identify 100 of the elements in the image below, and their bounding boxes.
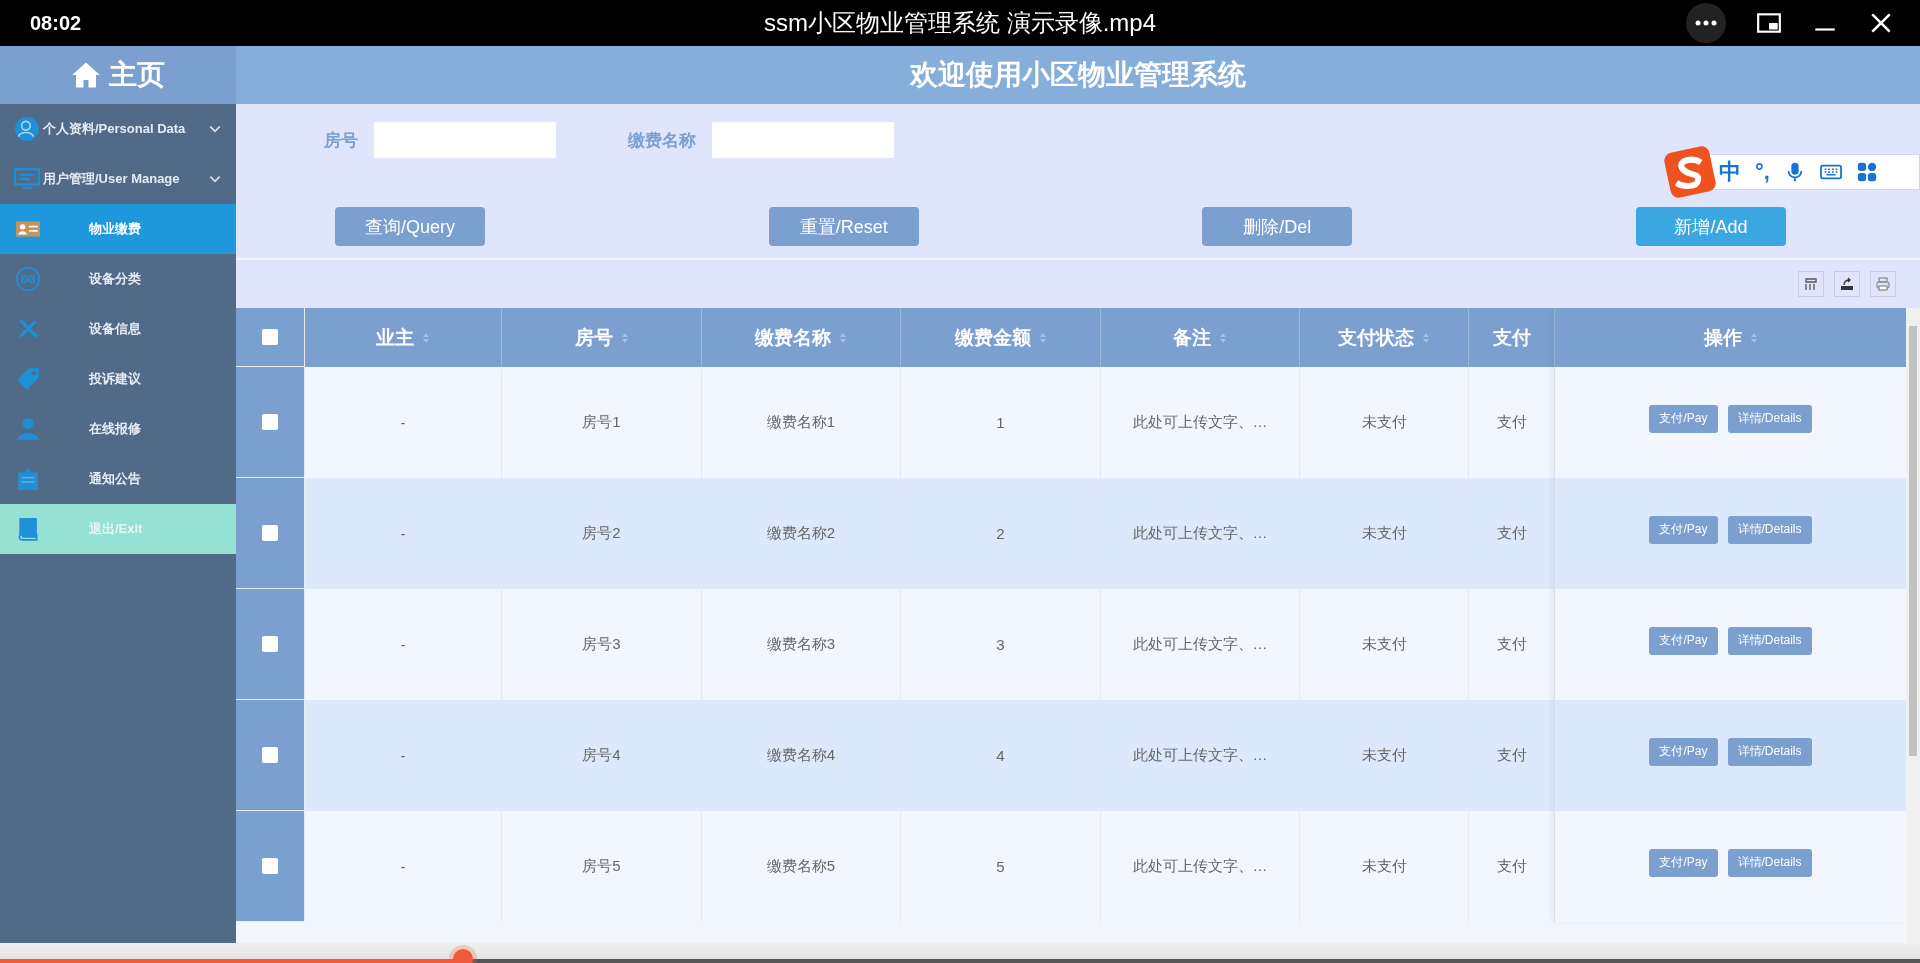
sidebar-item[interactable]: 通知公告	[0, 454, 236, 504]
row-action-button[interactable]: 详情/Details	[1727, 737, 1812, 766]
row-action-button[interactable]: 支付/Pay	[1649, 515, 1718, 544]
table-cell: 此处可上传文字、…	[1132, 635, 1268, 654]
menu-item-icon	[14, 116, 40, 142]
row-checkbox[interactable]	[262, 525, 278, 541]
menu-item-icon	[15, 466, 41, 492]
table-cell: 房号2	[582, 524, 621, 543]
table-cell: 未支付	[1361, 524, 1407, 543]
table-cell: 支付	[1496, 635, 1527, 654]
table-cell: 缴费名称1	[766, 413, 836, 432]
row-action-button[interactable]: 详情/Details	[1727, 626, 1812, 655]
table-cell: 缴费名称5	[766, 857, 836, 876]
export-button[interactable]	[1834, 271, 1860, 297]
sort-icon[interactable]	[1219, 331, 1227, 344]
table-cell: -	[400, 747, 406, 764]
sidebar-item[interactable]: 物业缴费	[0, 204, 236, 254]
row-action-button[interactable]: 详情/Details	[1727, 848, 1812, 877]
column-header[interactable]: 操作	[1703, 324, 1742, 351]
menu-item-icon	[15, 266, 41, 292]
columns-icon	[1803, 276, 1819, 292]
input-field[interactable]	[712, 122, 894, 158]
table-cell: 5	[996, 858, 1005, 875]
sort-icon[interactable]	[1422, 331, 1430, 344]
menu-item-icon	[15, 366, 41, 392]
row-action-button[interactable]: 支付/Pay	[1649, 737, 1718, 766]
row-action-button[interactable]: 支付/Pay	[1649, 404, 1718, 433]
column-header[interactable]: 支付状态	[1338, 324, 1414, 351]
table-cell: 房号4	[582, 746, 621, 765]
columns-button[interactable]	[1798, 271, 1824, 297]
clock-time: 08:02	[30, 11, 82, 35]
row-action-button[interactable]: 支付/Pay	[1649, 848, 1718, 877]
sort-icon[interactable]	[1749, 331, 1758, 344]
table-cell: 此处可上传文字、…	[1132, 413, 1268, 432]
menu-item-icon	[15, 416, 41, 442]
field-label: 缴费名称	[628, 129, 696, 152]
export-icon	[1839, 276, 1855, 292]
table-cell: 4	[996, 747, 1005, 764]
menu-item-icon	[14, 166, 40, 192]
table-cell: 房号3	[582, 635, 621, 654]
table-cell: 3	[996, 636, 1005, 653]
table-cell: 缴费名称3	[766, 635, 836, 654]
sidebar-item[interactable]: 在线报修	[0, 404, 236, 454]
more-icon[interactable]	[1686, 3, 1726, 43]
picture-in-picture-icon[interactable]	[1756, 10, 1782, 36]
progress-handle[interactable]	[452, 949, 473, 963]
table-cell: 未支付	[1361, 413, 1407, 432]
table-cell: 房号1	[582, 413, 621, 432]
print-button[interactable]	[1870, 271, 1896, 297]
select-all-checkbox[interactable]	[262, 329, 278, 345]
row-checkbox[interactable]	[262, 414, 278, 430]
punctuation-toggle[interactable]: °,	[1755, 159, 1770, 185]
input-mode-toggle[interactable]: 中	[1719, 157, 1741, 187]
sidebar-item[interactable]: 设备信息	[0, 304, 236, 354]
column-header[interactable]: 缴费名称	[755, 324, 831, 351]
table-cell: 房号5	[582, 857, 621, 876]
table-cell: 支付	[1496, 857, 1527, 876]
sort-icon[interactable]	[422, 331, 430, 344]
table-cell: 未支付	[1361, 746, 1407, 765]
table-cell: 支付	[1496, 413, 1527, 432]
home-icon	[71, 60, 101, 90]
home-link[interactable]: 主页	[0, 46, 236, 104]
apps-icon[interactable]	[1855, 161, 1878, 183]
sidebar-item[interactable]: 个人资料/Personal Data	[0, 104, 236, 154]
row-checkbox[interactable]	[262, 636, 278, 652]
table-cell: 未支付	[1361, 635, 1407, 654]
sidebar-item[interactable]: 设备分类	[0, 254, 236, 304]
column-header[interactable]: 房号	[574, 324, 613, 351]
sidebar-item[interactable]: 用户管理/User Manage	[0, 154, 236, 204]
table-cell: 1	[996, 414, 1005, 431]
column-header[interactable]: 支付	[1492, 324, 1531, 351]
scrollbar-thumb[interactable]	[1909, 326, 1917, 756]
column-header[interactable]: 备注	[1173, 324, 1211, 351]
column-header[interactable]: 业主	[376, 324, 414, 351]
action-button[interactable]: 删除/Del	[1202, 207, 1353, 246]
column-header[interactable]: 缴费金额	[954, 324, 1031, 351]
row-action-button[interactable]: 支付/Pay	[1649, 626, 1718, 655]
table-cell: 此处可上传文字、…	[1132, 524, 1268, 543]
table-cell: 缴费名称4	[766, 746, 836, 765]
print-icon	[1875, 276, 1891, 292]
row-action-button[interactable]: 详情/Details	[1727, 515, 1812, 544]
sort-icon[interactable]	[1038, 331, 1047, 344]
sort-icon[interactable]	[839, 331, 847, 344]
sort-icon[interactable]	[620, 331, 629, 344]
action-button[interactable]: 重置/Reset	[768, 207, 919, 246]
sidebar-item[interactable]: 投诉建议	[0, 354, 236, 404]
action-button[interactable]: 新增/Add	[1635, 207, 1786, 246]
table-cell: 2	[996, 525, 1005, 542]
row-checkbox[interactable]	[262, 747, 278, 763]
video-title: ssm小区物业管理系统 演示录像.mp4	[764, 8, 1156, 38]
action-button[interactable]: 查询/Query	[335, 207, 485, 246]
row-checkbox[interactable]	[262, 858, 278, 874]
table-cell: 支付	[1496, 746, 1527, 765]
row-action-button[interactable]: 详情/Details	[1727, 404, 1812, 433]
page-title: 欢迎使用小区物业管理系统	[910, 58, 1246, 92]
table-cell: -	[400, 858, 406, 875]
field-label: 房号	[324, 129, 358, 152]
table-cell: -	[400, 636, 406, 653]
input-field[interactable]	[374, 122, 556, 158]
table-cell: 此处可上传文字、…	[1132, 857, 1268, 876]
